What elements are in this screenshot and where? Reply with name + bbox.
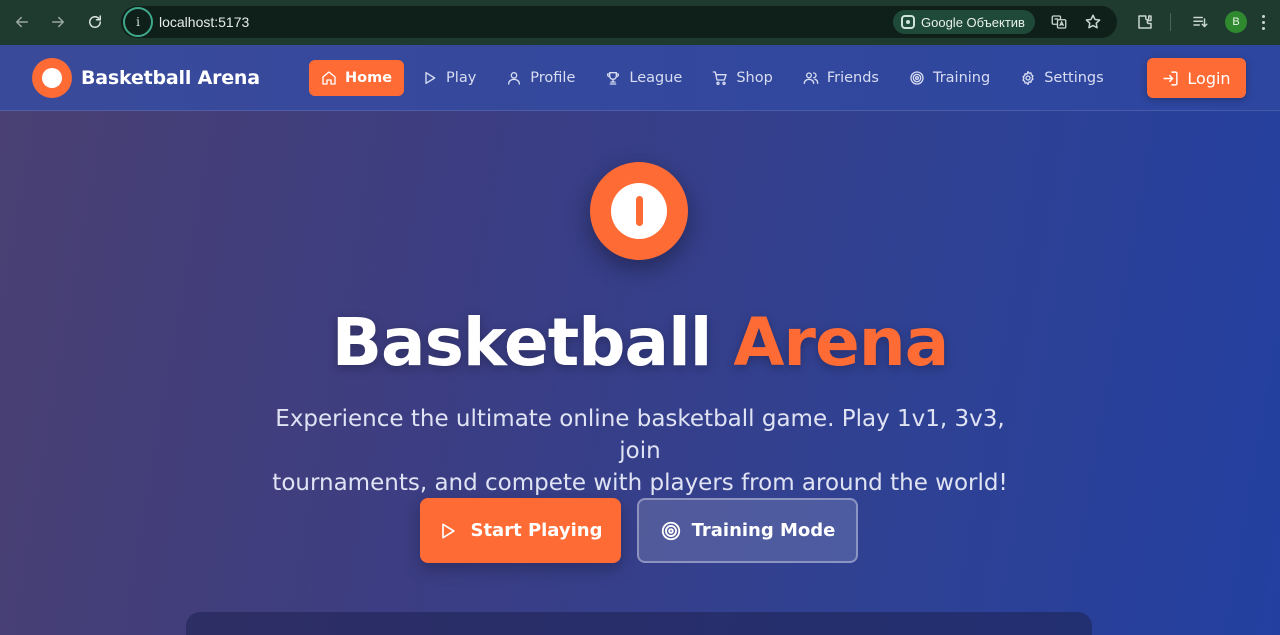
- brand-name: Basketball Arena: [81, 67, 260, 89]
- gear-icon: [1022, 71, 1034, 85]
- url-text[interactable]: localhost:5173: [159, 14, 249, 30]
- brand-logo[interactable]: Basketball Arena: [32, 58, 260, 98]
- home-icon: [322, 71, 336, 85]
- nav-item-shop[interactable]: Shop: [700, 60, 784, 96]
- top-navigation: Basketball Arena Home Play Profile Leagu…: [0, 45, 1280, 111]
- nav-item-label: Home: [345, 70, 393, 86]
- training-mode-label: Training Mode: [691, 520, 836, 541]
- app-root: Basketball Arena Home Play Profile Leagu…: [0, 45, 1280, 635]
- site-info-icon[interactable]: i: [123, 7, 153, 37]
- reload-icon[interactable]: [77, 4, 113, 40]
- hero-basketball-icon: [590, 162, 688, 260]
- nav-item-label: League: [629, 70, 683, 86]
- trophy-icon: [607, 72, 620, 85]
- profile-avatar[interactable]: B: [1225, 11, 1247, 33]
- hero-title: Basketball Arena: [0, 304, 1280, 381]
- nav-item-training[interactable]: Training: [897, 60, 1002, 96]
- nav-item-settings[interactable]: Settings: [1008, 60, 1115, 96]
- user-icon: [508, 72, 521, 85]
- nav-item-play[interactable]: Play: [410, 60, 488, 96]
- back-arrow-icon[interactable]: [4, 4, 40, 40]
- cart-icon: [713, 71, 728, 85]
- users-icon: [803, 72, 819, 84]
- target-icon: [661, 521, 680, 540]
- play-icon: [425, 72, 436, 84]
- login-label: Login: [1187, 68, 1231, 88]
- start-playing-button[interactable]: Start Playing: [420, 498, 621, 563]
- hero-subtitle-line: tournaments, and compete with players fr…: [272, 470, 1008, 496]
- nav-item-league[interactable]: League: [593, 60, 694, 96]
- forward-arrow-icon[interactable]: [40, 4, 76, 40]
- nav-item-label: Settings: [1044, 70, 1104, 86]
- target-icon: [910, 71, 924, 85]
- browser-toolbar: i localhost:5173 Google Объектив B: [0, 0, 1280, 45]
- toolbar-divider: [1170, 13, 1171, 31]
- nav-item-label: Play: [446, 70, 477, 86]
- hero-title-accent: Arena: [733, 304, 949, 381]
- address-bar[interactable]: i localhost:5173 Google Объектив: [121, 6, 1117, 38]
- nav-item-label: Training: [932, 70, 991, 86]
- nav-links: Home Play Profile League Shop Friends Tr…: [309, 60, 1122, 96]
- play-icon: [442, 523, 456, 538]
- google-lens-label: Google Объектив: [921, 14, 1025, 30]
- hero-subtitle-line: Experience the ultimate online basketbal…: [275, 406, 1005, 464]
- hero-title-main: Basketball: [331, 304, 713, 381]
- nav-item-label: Profile: [530, 70, 576, 86]
- login-icon: [1163, 70, 1178, 86]
- extensions-icon[interactable]: [1131, 8, 1159, 36]
- training-mode-button[interactable]: Training Mode: [637, 498, 858, 563]
- google-lens-icon: [901, 15, 915, 29]
- google-lens-chip[interactable]: Google Объектив: [893, 10, 1035, 34]
- basketball-logo-icon: [32, 58, 72, 98]
- nav-item-profile[interactable]: Profile: [494, 60, 587, 96]
- nav-item-label: Friends: [826, 70, 879, 86]
- bookmark-star-icon[interactable]: [1081, 10, 1105, 34]
- hero-subtitle: Experience the ultimate online basketbal…: [270, 403, 1010, 499]
- login-button[interactable]: Login: [1147, 58, 1246, 98]
- content-panel: [186, 612, 1092, 635]
- nav-item-friends[interactable]: Friends: [791, 60, 891, 96]
- translate-icon[interactable]: [1047, 10, 1071, 34]
- reading-list-icon[interactable]: [1186, 8, 1214, 36]
- menu-icon[interactable]: [1256, 11, 1270, 33]
- nav-item-home[interactable]: Home: [309, 60, 405, 96]
- nav-item-label: Shop: [736, 70, 773, 86]
- start-playing-label: Start Playing: [470, 520, 603, 541]
